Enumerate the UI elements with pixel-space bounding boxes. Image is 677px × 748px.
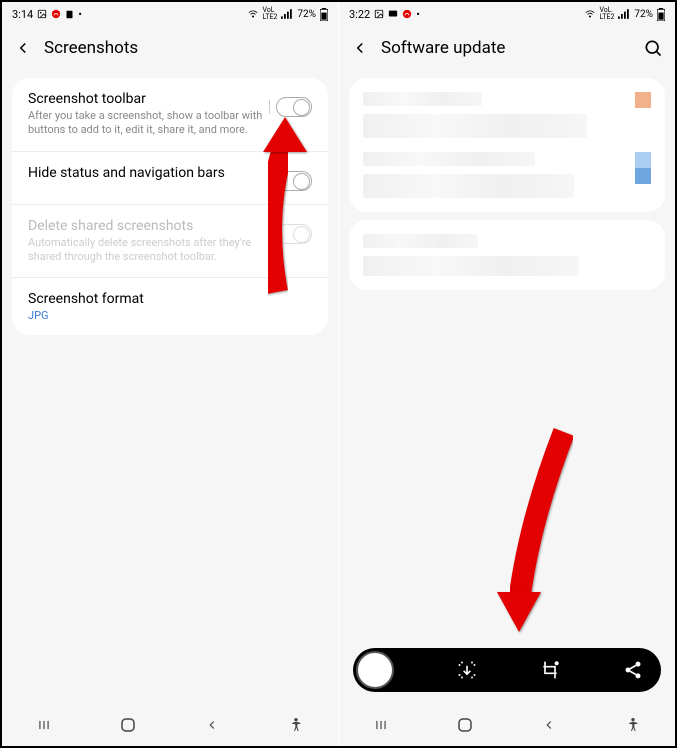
more-indicator: • [416, 8, 420, 21]
page-header: Screenshots [2, 26, 338, 70]
page-header: Software update [339, 26, 675, 70]
color-swatch-orange [635, 92, 651, 108]
battery-icon [320, 8, 328, 21]
settings-card: Screenshot toolbar After you take a scre… [12, 78, 328, 335]
setting-title: Screenshot format [28, 291, 312, 307]
image-icon [37, 9, 47, 19]
phone-software-update: 3:22 • VoLLTE2 72% Software update [339, 2, 675, 746]
back-nav-button[interactable] [538, 714, 560, 736]
update-card-1[interactable] [349, 78, 665, 212]
toggle-hide-bars[interactable] [276, 171, 312, 191]
status-bar: 3:14 • VoLLTE2 72% [2, 2, 338, 26]
recents-button[interactable] [370, 714, 392, 736]
setting-title: Delete shared screenshots [28, 218, 264, 234]
crop-icon[interactable] [540, 660, 560, 680]
image-icon [374, 9, 384, 19]
toggle-delete-shared [276, 224, 312, 244]
wifi-icon [584, 9, 596, 19]
navigation-bar [2, 704, 338, 746]
recents-button[interactable] [33, 714, 55, 736]
color-swatch-blue1 [635, 152, 651, 168]
setting-delete-shared: Delete shared screenshots Automatically … [12, 205, 328, 279]
annotation-arrow-right [469, 422, 579, 642]
message-icon [388, 9, 398, 19]
back-nav-button[interactable] [201, 714, 223, 736]
accessibility-button[interactable] [285, 714, 307, 736]
accessibility-button[interactable] [622, 714, 644, 736]
more-indicator: • [78, 8, 82, 21]
home-button[interactable] [117, 714, 139, 736]
toggle-screenshot-toolbar[interactable] [276, 97, 312, 117]
setting-screenshot-toolbar[interactable]: Screenshot toolbar After you take a scre… [12, 78, 328, 152]
battery-percent: 72% [634, 9, 653, 20]
airtel-icon [51, 9, 61, 19]
back-icon[interactable] [351, 39, 369, 57]
lte-label: VoLLTE2 [600, 7, 615, 21]
share-icon[interactable] [623, 660, 643, 680]
phone-screenshots-settings: 3:14 • VoLLTE2 72% Screenshots Screensho… [2, 2, 338, 746]
setting-sub: JPG [28, 309, 312, 322]
battery-icon [657, 8, 665, 21]
setting-screenshot-format[interactable]: Screenshot format JPG [12, 278, 328, 335]
home-button[interactable] [454, 714, 476, 736]
search-icon[interactable] [643, 38, 663, 58]
status-time: 3:22 [349, 8, 370, 21]
signal-icon [618, 9, 630, 19]
page-title: Screenshots [44, 38, 326, 58]
screenshot-thumbnail[interactable] [356, 651, 394, 689]
status-bar: 3:22 • VoLLTE2 72% [339, 2, 675, 26]
setting-desc: Automatically delete screenshots after t… [28, 236, 264, 265]
battery-percent: 72% [297, 9, 316, 20]
wifi-icon [247, 9, 259, 19]
airtel-icon [402, 9, 412, 19]
screenshot-toolbar [353, 648, 661, 692]
color-swatch-blue2 [635, 168, 651, 184]
page-title: Software update [381, 38, 631, 58]
sim-icon [65, 9, 74, 20]
setting-title: Hide status and navigation bars [28, 165, 264, 181]
scroll-capture-icon[interactable] [457, 660, 477, 680]
update-card-2[interactable] [349, 220, 665, 290]
signal-icon [281, 9, 293, 19]
back-icon[interactable] [14, 39, 32, 57]
setting-desc: After you take a screenshot, show a tool… [28, 109, 264, 138]
setting-hide-bars[interactable]: Hide status and navigation bars [12, 152, 328, 205]
status-time: 3:14 [12, 8, 33, 21]
navigation-bar [339, 704, 675, 746]
lte-label: VoLLTE2 [263, 7, 278, 21]
setting-title: Screenshot toolbar [28, 91, 264, 107]
